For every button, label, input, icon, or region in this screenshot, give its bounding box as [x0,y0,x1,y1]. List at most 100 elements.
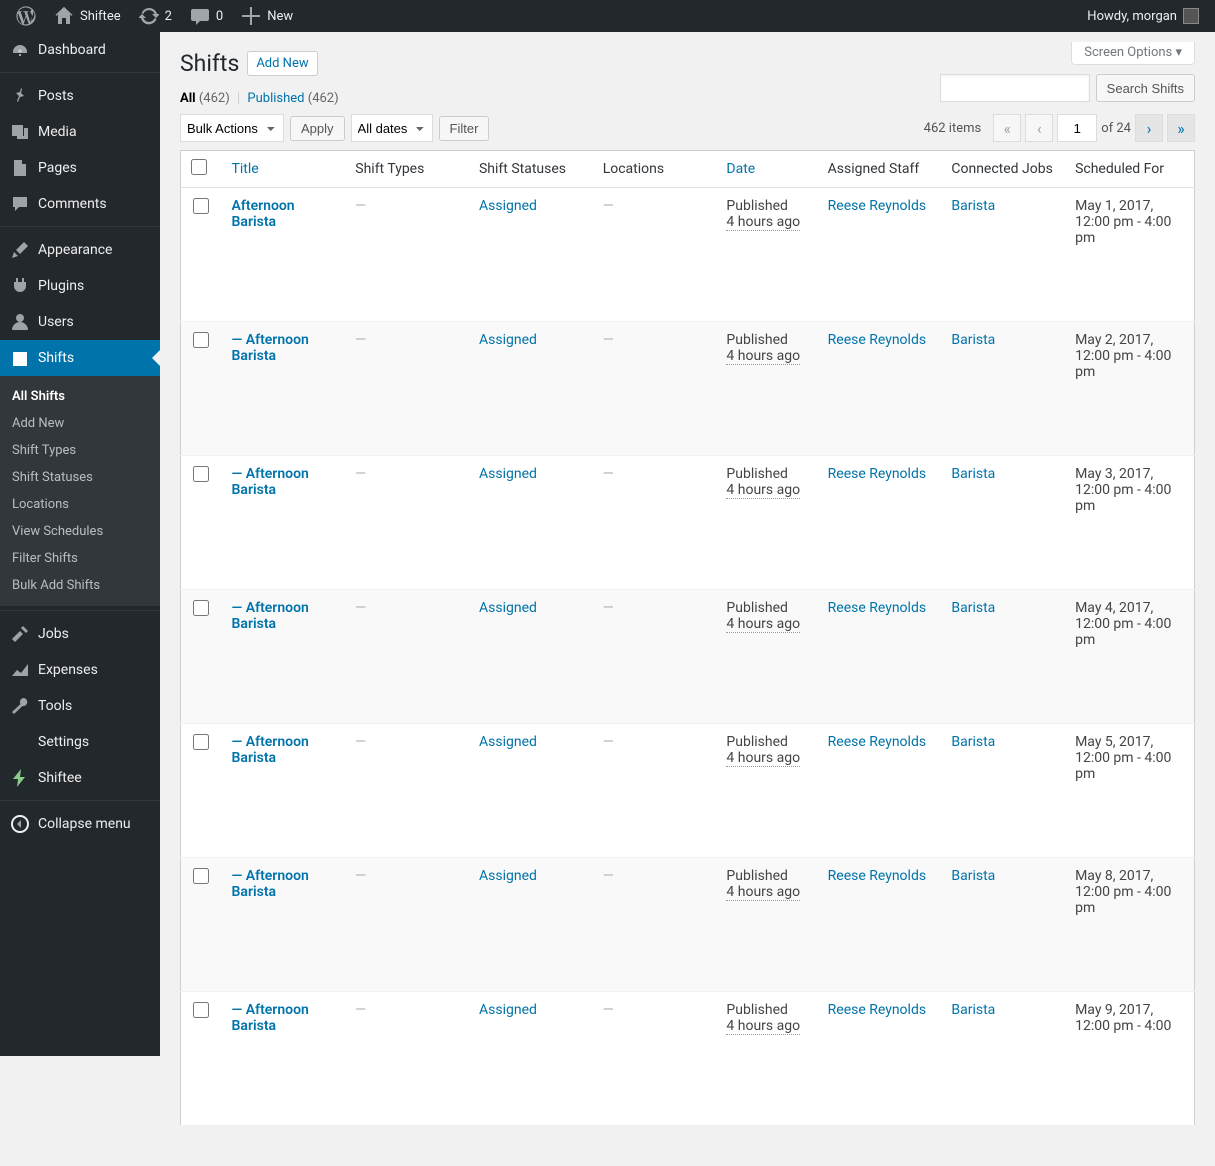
site-name-link[interactable]: Shiftee [46,0,129,32]
row-locations: — [603,734,614,750]
row-job-link[interactable]: Barista [951,1002,995,1018]
row-checkbox[interactable] [193,466,209,482]
menu-item-dashboard[interactable]: Dashboard [0,32,160,68]
menu-item-shifts[interactable]: Shifts [0,340,160,376]
row-staff-link[interactable]: Reese Reynolds [828,466,926,482]
row-title-link[interactable]: — Afternoon Barista [232,466,309,498]
submenu-item-filter-shifts[interactable]: Filter Shifts [0,545,160,572]
submenu-item-view-schedules[interactable]: View Schedules [0,518,160,545]
row-status-link[interactable]: Assigned [479,1002,537,1018]
row-status-link[interactable]: Assigned [479,466,537,482]
menu-label: Settings [38,734,89,750]
row-staff-link[interactable]: Reese Reynolds [828,198,926,214]
filter-button[interactable]: Filter [439,116,490,141]
row-staff-link[interactable]: Reese Reynolds [828,868,926,884]
col-date[interactable]: Date [726,161,755,177]
menu-item-pages[interactable]: Pages [0,150,160,186]
row-date-status: Published [726,198,787,214]
filter-all[interactable]: All [180,91,196,106]
row-job-link[interactable]: Barista [951,734,995,750]
col-jobs: Connected Jobs [941,151,1065,188]
row-checkbox[interactable] [193,600,209,616]
row-title-link[interactable]: — Afternoon Barista [232,600,309,632]
prev-page-button: ‹ [1025,114,1053,142]
menu-item-shiftee[interactable]: Shiftee [0,760,160,796]
menu-item-comments[interactable]: Comments [0,186,160,222]
row-title-link[interactable]: — Afternoon Barista [232,332,309,364]
row-checkbox[interactable] [193,734,209,750]
menu-item-collapse-menu[interactable]: Collapse menu [0,806,160,842]
menu-item-jobs[interactable]: Jobs [0,616,160,652]
row-types: — [355,600,366,616]
col-title[interactable]: Title [232,161,259,177]
bulk-actions-select[interactable]: Bulk Actions [180,114,284,142]
row-date-status: Published [726,332,787,348]
search-button[interactable]: Search Shifts [1096,74,1195,102]
row-status-link[interactable]: Assigned [479,600,537,616]
submenu-item-locations[interactable]: Locations [0,491,160,518]
menu-item-plugins[interactable]: Plugins [0,268,160,304]
row-job-link[interactable]: Barista [951,466,995,482]
row-status-link[interactable]: Assigned [479,198,537,214]
add-new-button[interactable]: Add New [247,51,317,76]
avatar [1183,8,1199,24]
search-input[interactable] [940,74,1090,102]
row-staff-link[interactable]: Reese Reynolds [828,332,926,348]
row-scheduled: May 5, 2017, 12:00 pm - 4:00 pm [1075,734,1171,782]
row-job-link[interactable]: Barista [951,600,995,616]
current-page-input[interactable] [1057,114,1097,142]
updates-link[interactable]: 2 [131,0,180,32]
submenu-item-bulk-add-shifts[interactable]: Bulk Add Shifts [0,572,160,599]
row-title-link[interactable]: — Afternoon Barista [232,868,309,900]
search-box: Search Shifts [940,74,1195,102]
my-account[interactable]: Howdy, morgan [1079,0,1207,32]
wp-logo[interactable] [8,0,44,32]
submenu-item-shift-statuses[interactable]: Shift Statuses [0,464,160,491]
row-job-link[interactable]: Barista [951,868,995,884]
wrench-icon [10,696,30,716]
menu-label: Tools [38,698,72,714]
pagination: 462 items « ‹ of 24 › » [924,114,1195,142]
pin-icon [10,86,30,106]
menu-label: Plugins [38,278,84,294]
menu-item-posts[interactable]: Posts [0,78,160,114]
date-filter-select[interactable]: All dates [351,114,433,142]
submenu-item-all-shifts[interactable]: All Shifts [0,383,160,410]
menu-item-settings[interactable]: Settings [0,724,160,760]
row-title-link[interactable]: — Afternoon Barista [232,1002,309,1034]
row-locations: — [603,466,614,482]
row-staff-link[interactable]: Reese Reynolds [828,600,926,616]
row-job-link[interactable]: Barista [951,332,995,348]
row-date-status: Published [726,868,787,884]
menu-item-appearance[interactable]: Appearance [0,232,160,268]
comments-link[interactable]: 0 [182,0,231,32]
menu-item-media[interactable]: Media [0,114,160,150]
row-checkbox[interactable] [193,868,209,884]
row-checkbox[interactable] [193,1002,209,1018]
plugin-icon [10,276,30,296]
row-staff-link[interactable]: Reese Reynolds [828,1002,926,1018]
menu-item-expenses[interactable]: Expenses [0,652,160,688]
last-page-button[interactable]: » [1167,114,1195,142]
submenu-item-add-new[interactable]: Add New [0,410,160,437]
menu-item-tools[interactable]: Tools [0,688,160,724]
main-content: Screen Options Shifts Add New All (462) … [160,32,1215,1166]
row-staff-link[interactable]: Reese Reynolds [828,734,926,750]
submenu-item-shift-types[interactable]: Shift Types [0,437,160,464]
new-content-link[interactable]: New [233,0,301,32]
row-checkbox[interactable] [193,198,209,214]
row-types: — [355,1002,366,1018]
select-all-checkbox[interactable] [191,159,207,175]
filter-published[interactable]: Published [247,91,304,106]
row-checkbox[interactable] [193,332,209,348]
row-status-link[interactable]: Assigned [479,734,537,750]
row-title-link[interactable]: Afternoon Barista [232,198,295,230]
row-status-link[interactable]: Assigned [479,332,537,348]
row-status-link[interactable]: Assigned [479,868,537,884]
row-job-link[interactable]: Barista [951,198,995,214]
screen-options-toggle[interactable]: Screen Options [1071,42,1195,65]
apply-button[interactable]: Apply [290,116,345,141]
next-page-button[interactable]: › [1135,114,1163,142]
menu-item-users[interactable]: Users [0,304,160,340]
row-title-link[interactable]: — Afternoon Barista [232,734,309,766]
